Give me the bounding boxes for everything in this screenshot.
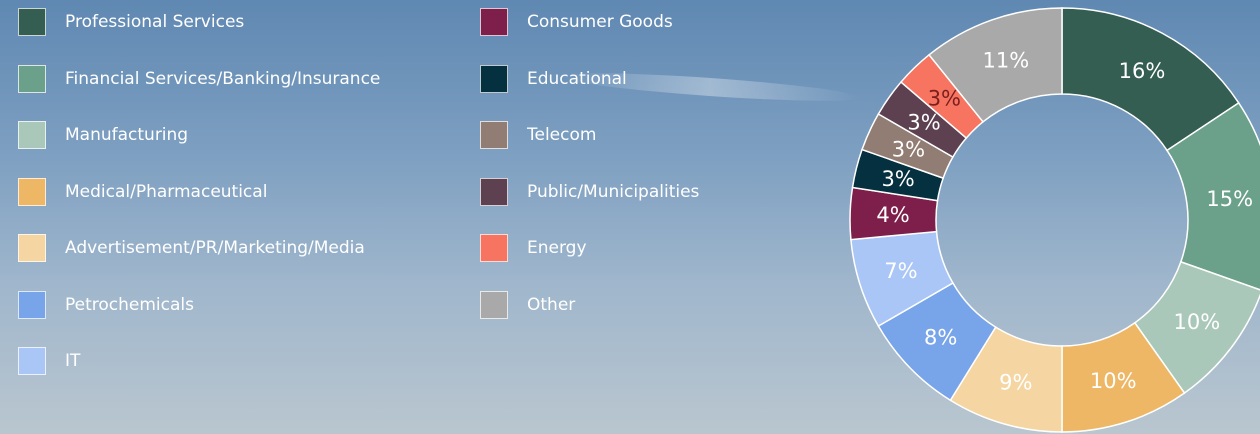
slice-data-label: 9% <box>999 371 1032 395</box>
donut-chart: 16%15%10%10%9%8%7%4%3%3%3%3%11% <box>849 7 1260 433</box>
slice-data-label: 3% <box>907 110 940 134</box>
slice-data-label: 16% <box>1119 59 1166 83</box>
slice-data-label: 3% <box>928 87 961 111</box>
slice-data-label: 10% <box>1174 310 1221 334</box>
slice-data-label: 11% <box>982 49 1029 73</box>
slice-data-label: 3% <box>881 167 914 191</box>
slice-data-label: 8% <box>924 326 957 350</box>
slice-data-label: 10% <box>1090 369 1137 393</box>
slice-data-label: 4% <box>876 203 909 227</box>
slice-data-label: 15% <box>1206 187 1253 211</box>
slice-data-label: 3% <box>892 137 925 161</box>
slice-data-label: 7% <box>884 259 917 283</box>
